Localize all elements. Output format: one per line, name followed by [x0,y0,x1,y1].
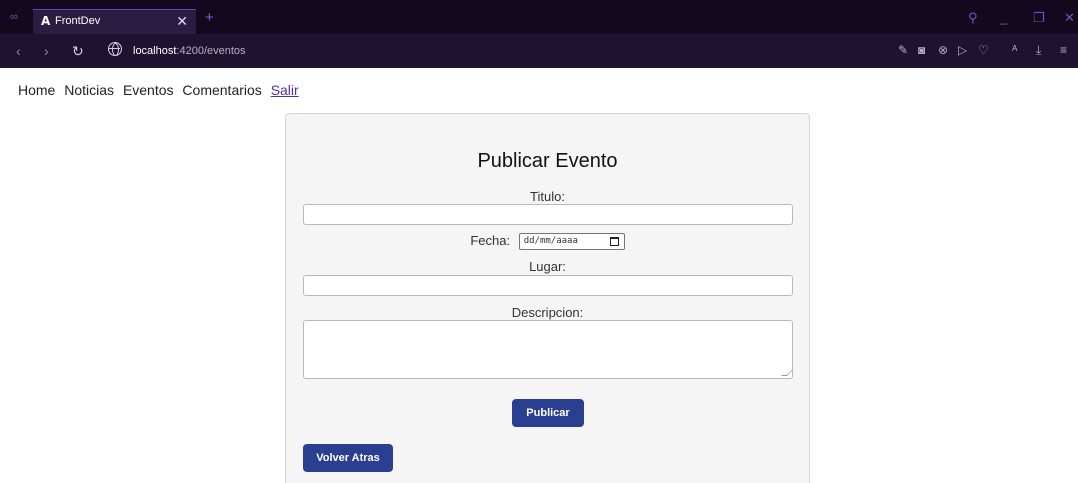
calendar-icon[interactable] [609,237,619,247]
minimize-icon[interactable]: _ [1000,10,1007,25]
forward-icon[interactable]: › [44,43,49,59]
resize-grip-icon[interactable] [781,370,793,376]
fecha-label: Fecha: [470,233,511,248]
reload-icon[interactable]: ↻ [72,43,84,60]
url-field[interactable]: localhost:4200/eventos [133,45,246,57]
nav-link-comentarios[interactable]: Comentarios [182,82,261,98]
heart-icon[interactable]: ♡ [978,43,989,57]
back-icon[interactable]: ‹ [16,43,21,59]
close-window-icon[interactable]: ✕ [1064,10,1075,26]
back-button[interactable]: Volver Atras [303,444,393,472]
url-host: localhost [133,45,177,57]
titulo-label: Titulo: [530,189,565,204]
tab-title: FrontDev [55,15,101,27]
download-icon[interactable]: ⤓ [1036,43,1041,58]
fecha-row: Fecha: dd/mm/aaaa [286,233,809,251]
globe-icon [108,42,122,56]
form-title: Publicar Evento [477,150,618,172]
send-icon[interactable]: ▷ [958,43,967,57]
close-icon[interactable]: ✕ [176,13,188,30]
angular-icon: A [41,14,51,28]
lugar-label: Lugar: [529,259,566,274]
fecha-input[interactable]: dd/mm/aaaa [518,233,625,251]
account-icon[interactable]: ᴬ [1012,43,1017,57]
event-form-card: Publicar Evento Titulo: Fecha: dd/mm/aaa… [285,113,810,483]
fecha-placeholder: dd/mm/aaaa [523,236,578,247]
nav-link-eventos[interactable]: Eventos [123,82,174,98]
lugar-input[interactable] [303,275,793,296]
shield-icon[interactable]: ⊗ [938,43,948,57]
plus-icon[interactable]: + [205,9,214,26]
url-path: :4200/eventos [176,45,246,57]
search-icon[interactable]: ⚲ [968,10,978,26]
address-bar: ‹ › ↻ localhost:4200/eventos ✎ ◙ ⊗ ▷ ♡ ᴬ… [0,34,1078,68]
menu-icon[interactable]: ≡ [1060,43,1067,57]
infinity-icon[interactable]: ∞ [10,12,22,23]
descripcion-label: Descripcion: [511,305,584,320]
top-nav: Home Noticias Eventos Comentarios Salir [18,82,304,98]
nav-link-salir[interactable]: Salir [271,82,299,98]
edit-icon[interactable]: ✎ [898,43,908,57]
browser-tab-bar: ∞ A FrontDev ✕ + ⚲ _ ❐ ✕ [0,0,1078,34]
nav-link-noticias[interactable]: Noticias [64,82,114,98]
titulo-input[interactable] [303,204,793,225]
camera-icon[interactable]: ◙ [918,43,925,57]
browser-tab[interactable]: A FrontDev ✕ [33,9,196,34]
publish-button[interactable]: Publicar [512,399,584,427]
restore-icon[interactable]: ❐ [1033,10,1045,26]
descripcion-textarea[interactable] [303,320,793,379]
nav-link-home[interactable]: Home [18,82,55,98]
